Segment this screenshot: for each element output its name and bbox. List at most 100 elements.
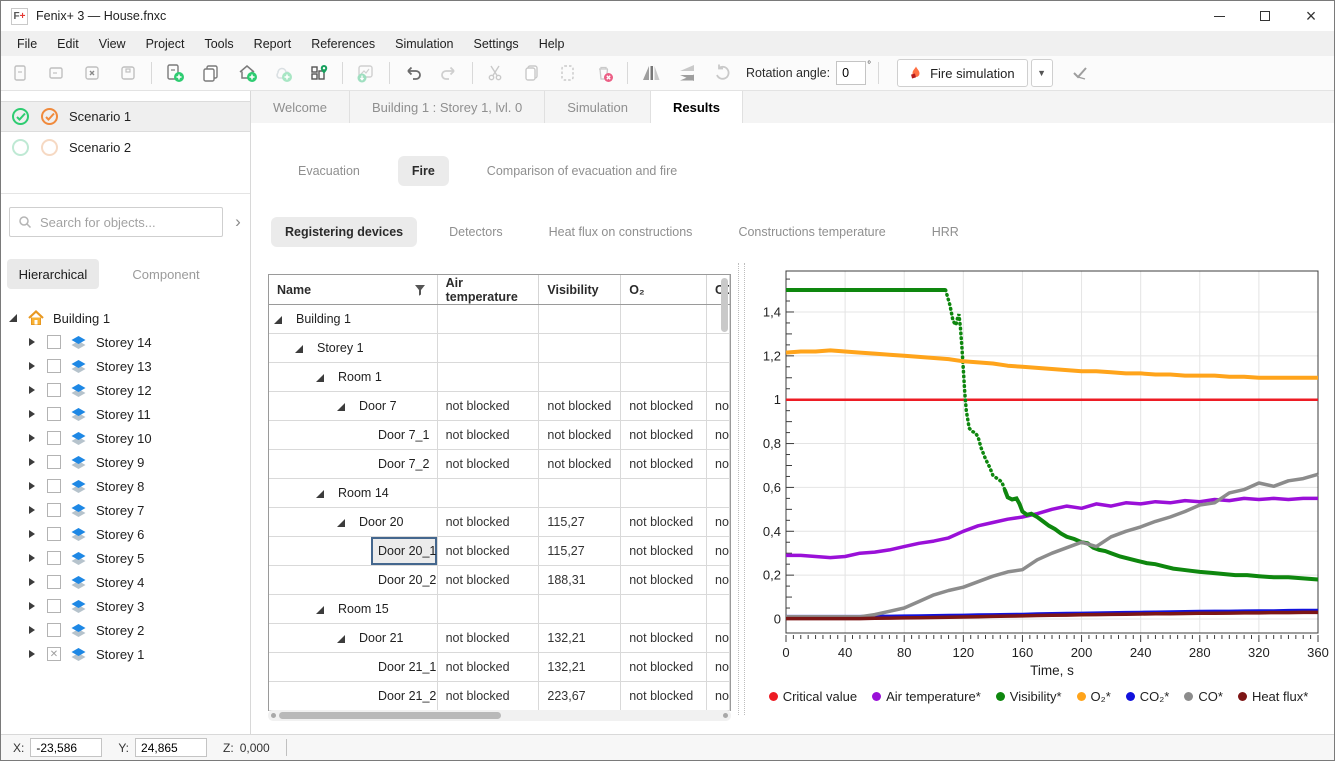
table-row[interactable]: Building 1 bbox=[269, 305, 730, 334]
y-coordinate-input[interactable] bbox=[135, 738, 207, 757]
rotation-angle-input[interactable] bbox=[836, 61, 866, 85]
table-row[interactable]: Room 15 bbox=[269, 595, 730, 624]
table-cell-air-temperature[interactable] bbox=[438, 334, 540, 362]
tree-item-storey[interactable]: Storey 6 bbox=[1, 522, 250, 546]
table-cell-name[interactable]: Door 21_1 bbox=[269, 653, 438, 681]
table-cell-visibility[interactable] bbox=[539, 363, 621, 391]
collapsed-triangle-icon[interactable] bbox=[29, 578, 35, 586]
panel-splitter[interactable] bbox=[738, 263, 745, 715]
table-cell-name[interactable]: Door 21 bbox=[269, 624, 438, 652]
table-row[interactable]: Door 7_2not blockednot blockednot blocke… bbox=[269, 450, 730, 479]
scenario-item[interactable]: Scenario 2 bbox=[1, 132, 250, 163]
tree-item-storey[interactable]: Storey 10 bbox=[1, 426, 250, 450]
scroll-left-arrow[interactable] bbox=[271, 713, 276, 718]
table-cell-air-temperature[interactable]: not blocked bbox=[438, 537, 540, 565]
table-row[interactable]: Door 20_1not blocked115,27not blockednot… bbox=[269, 537, 730, 566]
legend-item-visibility-[interactable]: Visibility* bbox=[996, 689, 1062, 704]
table-cell-air-temperature[interactable]: not blocked bbox=[438, 566, 540, 594]
collapsed-triangle-icon[interactable] bbox=[29, 434, 35, 442]
open-document-button[interactable] bbox=[41, 59, 71, 87]
table-cell-co[interactable] bbox=[707, 363, 730, 391]
table-cell-co[interactable]: not blocked bbox=[707, 682, 730, 710]
collapsed-triangle-icon[interactable] bbox=[29, 338, 35, 346]
table-cell-co[interactable] bbox=[707, 334, 730, 362]
table-cell-air-temperature[interactable] bbox=[438, 305, 540, 333]
export-image-button[interactable] bbox=[351, 59, 381, 87]
storey-checkbox[interactable] bbox=[47, 479, 61, 493]
tree-item-storey[interactable]: Storey 11 bbox=[1, 402, 250, 426]
column-header-air-temperature[interactable]: Air temperature bbox=[438, 275, 540, 304]
column-header-visibility[interactable]: Visibility bbox=[539, 275, 621, 304]
table-cell-visibility[interactable]: 188,31 bbox=[539, 566, 621, 594]
table-cell-visibility[interactable]: 132,21 bbox=[539, 653, 621, 681]
collapsed-triangle-icon[interactable] bbox=[29, 362, 35, 370]
collapsed-triangle-icon[interactable] bbox=[29, 626, 35, 634]
table-cell-visibility[interactable]: not blocked bbox=[539, 450, 621, 478]
table-cell-air-temperature[interactable]: not blocked bbox=[438, 392, 540, 420]
legend-item-co-[interactable]: CO₂* bbox=[1126, 689, 1170, 704]
table-cell-o2[interactable]: not blocked bbox=[621, 653, 707, 681]
table-cell-o2[interactable]: not blocked bbox=[621, 682, 707, 710]
buildings-pin-button[interactable] bbox=[304, 59, 334, 87]
tree-item-storey[interactable]: Storey 5 bbox=[1, 546, 250, 570]
table-row[interactable]: Room 1 bbox=[269, 363, 730, 392]
scroll-right-arrow[interactable] bbox=[723, 713, 728, 718]
table-cell-name[interactable]: Door 20_2 bbox=[269, 566, 438, 594]
tab-simulation[interactable]: Simulation bbox=[545, 91, 651, 123]
expanded-triangle-icon[interactable] bbox=[274, 316, 282, 324]
table-cell-o2[interactable] bbox=[621, 334, 707, 362]
table-cell-co[interactable]: not blocked bbox=[707, 508, 730, 536]
cut-button[interactable] bbox=[481, 59, 511, 87]
tree-item-storey[interactable]: Storey 4 bbox=[1, 570, 250, 594]
storey-checkbox[interactable] bbox=[47, 455, 61, 469]
tab-results[interactable]: Results bbox=[651, 91, 743, 123]
table-cell-o2[interactable]: not blocked bbox=[621, 537, 707, 565]
table-cell-visibility[interactable] bbox=[539, 305, 621, 333]
collapsed-triangle-icon[interactable] bbox=[29, 554, 35, 562]
expanded-triangle-icon[interactable] bbox=[9, 314, 17, 322]
table-cell-name[interactable]: Door 21_2 bbox=[269, 682, 438, 710]
menu-item-settings[interactable]: Settings bbox=[464, 31, 529, 56]
view-tab-component[interactable]: Component bbox=[121, 259, 211, 289]
table-cell-name[interactable]: Room 14 bbox=[269, 479, 438, 507]
table-cell-name[interactable]: Door 7 bbox=[269, 392, 438, 420]
table-cell-name[interactable]: Building 1 bbox=[269, 305, 438, 333]
fire-tab-detectors[interactable]: Detectors bbox=[435, 217, 517, 247]
table-cell-name[interactable]: Storey 1 bbox=[269, 334, 438, 362]
expanded-triangle-icon[interactable] bbox=[316, 606, 324, 614]
tree-item-storey[interactable]: Storey 2 bbox=[1, 618, 250, 642]
table-cell-visibility[interactable] bbox=[539, 479, 621, 507]
add-building-button[interactable] bbox=[232, 59, 262, 87]
collapsed-triangle-icon[interactable] bbox=[29, 530, 35, 538]
close-document-button[interactable] bbox=[77, 59, 107, 87]
view-tab-hierarchical[interactable]: Hierarchical bbox=[7, 259, 99, 289]
storey-checkbox[interactable] bbox=[47, 407, 61, 421]
table-cell-visibility[interactable]: 115,27 bbox=[539, 537, 621, 565]
legend-item-critical-value[interactable]: Critical value bbox=[769, 689, 857, 704]
x-coordinate-input[interactable] bbox=[30, 738, 102, 757]
collapsed-triangle-icon[interactable] bbox=[29, 482, 35, 490]
table-cell-name[interactable]: Room 1 bbox=[269, 363, 438, 391]
table-cell-co[interactable]: not blocked bbox=[707, 566, 730, 594]
table-cell-o2[interactable] bbox=[621, 479, 707, 507]
expanded-triangle-icon[interactable] bbox=[337, 403, 345, 411]
copy-scenario-button[interactable] bbox=[196, 59, 226, 87]
collapsed-triangle-icon[interactable] bbox=[29, 386, 35, 394]
minimize-button[interactable] bbox=[1196, 1, 1242, 31]
table-cell-o2[interactable]: not blocked bbox=[621, 450, 707, 478]
result-tab-evacuation[interactable]: Evacuation bbox=[284, 156, 374, 186]
table-cell-air-temperature[interactable]: not blocked bbox=[438, 450, 540, 478]
tab-welcome[interactable]: Welcome bbox=[251, 91, 350, 123]
table-cell-o2[interactable]: not blocked bbox=[621, 392, 707, 420]
storey-checkbox[interactable] bbox=[47, 599, 61, 613]
expanded-triangle-icon[interactable] bbox=[337, 635, 345, 643]
tab-building-1-storey-1-lvl-0[interactable]: Building 1 : Storey 1, lvl. 0 bbox=[350, 91, 545, 123]
collapsed-triangle-icon[interactable] bbox=[29, 650, 35, 658]
add-scenario-button[interactable] bbox=[160, 59, 190, 87]
tree-item-building[interactable]: Building 1 bbox=[1, 306, 250, 330]
menu-item-help[interactable]: Help bbox=[529, 31, 575, 56]
legend-item-heat-flux-[interactable]: Heat flux* bbox=[1238, 689, 1308, 704]
storey-checkbox[interactable] bbox=[47, 383, 61, 397]
collapsed-triangle-icon[interactable] bbox=[29, 506, 35, 514]
close-button[interactable]: × bbox=[1288, 1, 1334, 31]
